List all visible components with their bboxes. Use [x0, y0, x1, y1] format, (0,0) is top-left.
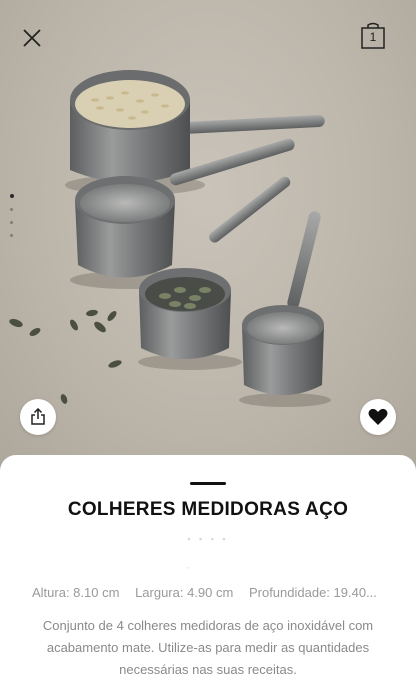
price-placeholder: ▪ ▪ ▪ ▪	[187, 534, 229, 544]
favorite-button[interactable]	[360, 399, 396, 435]
pager-dot[interactable]	[10, 234, 13, 237]
shopping-bag-button[interactable]: 1	[360, 22, 386, 50]
product-title: COLHERES MEDIDORAS AÇO	[67, 499, 349, 520]
dimension-width: Largura: 4.90 cm	[135, 585, 234, 600]
measuring-cups-photo	[9, 70, 331, 407]
divider-mark: ˇ	[186, 566, 189, 576]
pager-dot[interactable]	[10, 194, 14, 198]
heart-icon	[368, 408, 388, 425]
share-button[interactable]	[20, 399, 56, 435]
close-icon	[23, 29, 41, 47]
share-icon	[31, 408, 45, 425]
product-details-sheet[interactable]: COLHERES MEDIDORAS AÇO ▪ ▪ ▪ ▪ ˇ Altura:…	[0, 455, 416, 700]
product-dimensions: Altura: 8.10 cm Largura: 4.90 cm Profund…	[32, 585, 392, 600]
dimension-depth: Profundidade: 19.40...	[248, 585, 377, 600]
close-button[interactable]	[18, 24, 46, 52]
pager-dot[interactable]	[10, 208, 13, 211]
sheet-handle[interactable]	[190, 482, 226, 485]
dimension-height: Altura: 8.10 cm	[32, 585, 120, 600]
pager-dot[interactable]	[10, 221, 13, 224]
product-image[interactable]: 1	[0, 0, 416, 470]
bag-count: 1	[369, 30, 377, 44]
product-description: Conjunto de 4 colheres medidoras de aço …	[42, 618, 374, 677]
image-pager	[10, 194, 16, 247]
